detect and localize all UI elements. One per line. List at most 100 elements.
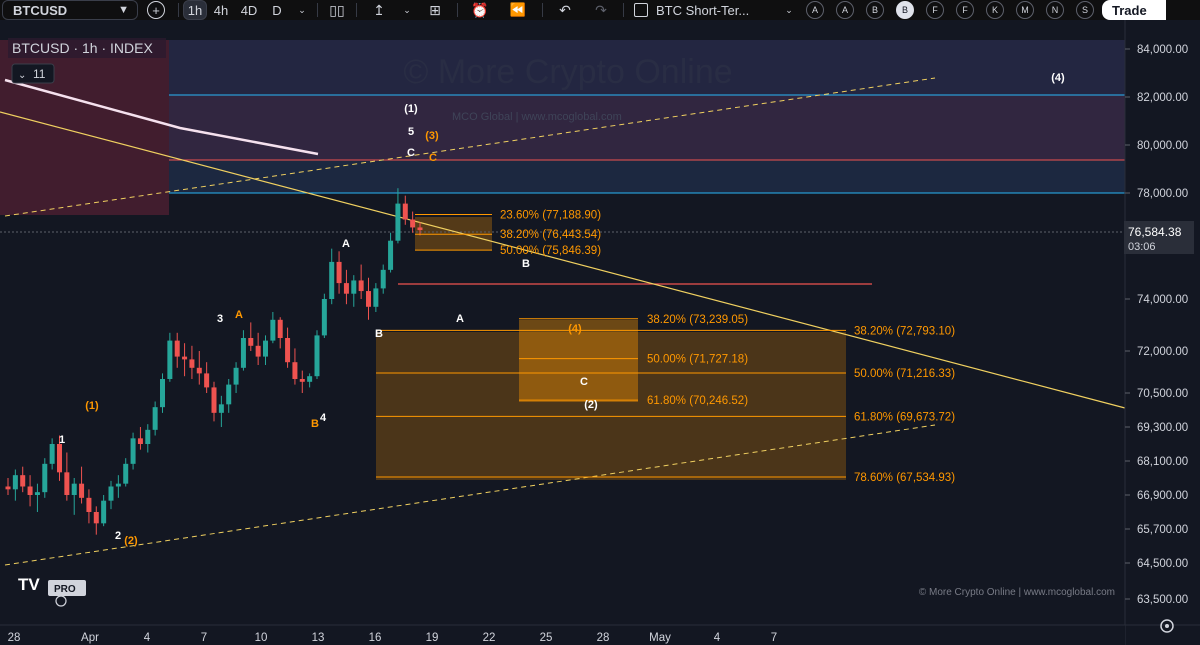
candle-body (86, 497, 92, 512)
time-tick-label: 19 (426, 632, 439, 644)
symbol-search-button[interactable]: BTCUSD ▼ (2, 0, 138, 20)
quick-button-label: M (1021, 5, 1029, 15)
time-tick-label: 7 (201, 632, 207, 644)
quick-button-b[interactable]: B (866, 1, 884, 19)
layout-grid-button[interactable]: ⊞ (417, 0, 453, 20)
price-tick-label: 70,500.00 (1137, 388, 1188, 400)
undo-button[interactable]: ↶ (547, 0, 583, 20)
quick-button-n[interactable]: N (1046, 1, 1064, 19)
candle-body (358, 280, 364, 292)
layout-square-icon (634, 3, 648, 17)
candle-body (57, 444, 62, 473)
tv-logo-icon: TV (18, 575, 40, 594)
wave-label: A (235, 309, 243, 321)
resistance-zone (169, 95, 1125, 160)
fib-level-label: 61.80% (69,673.72) (854, 411, 955, 423)
quick-button-b[interactable]: B (896, 1, 914, 19)
toolbar-divider (178, 3, 179, 17)
chart-type-button[interactable]: ▯▯ (322, 0, 352, 20)
wave-label: B (375, 328, 383, 340)
quick-button-label: B (871, 5, 878, 15)
interval-4d-label: 4D (240, 2, 258, 18)
quick-button-s[interactable]: S (1076, 1, 1094, 19)
wave-label: 1 (59, 434, 65, 446)
redo-button[interactable]: ↷ (583, 0, 619, 20)
quick-button-k[interactable]: K (986, 1, 1004, 19)
quick-button-m[interactable]: M (1016, 1, 1034, 19)
price-tick-label: 63,500.00 (1137, 594, 1188, 606)
wave-label: A (342, 238, 350, 250)
candle-body (263, 340, 268, 357)
candle-body (42, 463, 48, 493)
candle-body (270, 319, 276, 341)
quick-button-label: K (991, 5, 998, 15)
chevron-down-icon: ⌄ (18, 70, 26, 81)
candle-body (380, 269, 386, 289)
candle-body (329, 261, 335, 299)
candle-body (314, 335, 320, 377)
price-tick-label: 74,000.00 (1137, 294, 1188, 306)
toolbar-divider (356, 3, 357, 17)
interval-d-button[interactable]: D (263, 0, 291, 20)
wave-label: (1) (404, 103, 418, 115)
price-tick-label: 84,000.00 (1137, 44, 1188, 56)
layout-name-button[interactable]: BTC Short-Ter... (628, 0, 778, 20)
compare-symbol-button[interactable]: + (138, 0, 174, 20)
wave-label: (2) (124, 535, 138, 547)
candle-body (145, 429, 151, 444)
wave-label: C (580, 376, 588, 388)
quick-button-a[interactable]: A (836, 1, 854, 19)
quick-button-label: A (811, 5, 818, 15)
price-chart[interactable]: © More Crypto Online MCO Global | www.mc… (0, 20, 1200, 645)
time-axis-background (0, 625, 1125, 645)
fib-box-small (415, 217, 492, 250)
quick-button-label: F (932, 5, 938, 15)
alert-button[interactable]: ⏰ (462, 0, 498, 20)
layout-menu-button[interactable]: ⌄ (778, 0, 800, 20)
candle-body (93, 512, 99, 524)
interval-4d-button[interactable]: 4D (235, 0, 263, 20)
candle-body (182, 356, 188, 360)
candle-body (226, 384, 232, 405)
fib-level-label: 50.00% (75,846.39) (500, 245, 601, 257)
candle-body (167, 340, 173, 379)
quick-button-f[interactable]: F (926, 1, 944, 19)
candle-body (417, 227, 423, 231)
fib-level-label: 50.00% (71,216.33) (854, 368, 955, 380)
candle-body (174, 340, 180, 357)
time-tick-label: 16 (369, 632, 382, 644)
interval-menu-button[interactable]: ⌄ (291, 0, 313, 20)
price-box: 76,584.38 03:06 (1124, 221, 1194, 254)
candle-body (101, 500, 107, 524)
wave-label: C (429, 152, 437, 164)
candle-body (255, 345, 261, 357)
quick-button-label: B (901, 5, 908, 15)
candle-body (402, 203, 408, 220)
candle-body (196, 367, 202, 374)
replay-button[interactable]: ⏪ (498, 0, 538, 20)
current-price: 76,584.38 (1128, 225, 1182, 239)
top-toolbar: BTCUSD ▼ + 1h 4h 4D D ⌄ ▯▯ ↥ ⌄ ⊞ ⏰ ⏪ ↶ ↷… (0, 0, 1200, 20)
chevron-down-icon: ⌄ (298, 4, 306, 15)
alarm-clock-icon: ⏰ (471, 1, 489, 18)
bar-countdown: 03:06 (1128, 241, 1156, 253)
trade-button[interactable]: Trade (1102, 0, 1166, 20)
candle-body (395, 203, 401, 241)
candle-body (366, 291, 371, 307)
interval-4h-button[interactable]: 4h (207, 0, 235, 20)
candles-icon: ▯▯ (329, 1, 345, 18)
fib-level-label: 50.00% (71,727.18) (647, 354, 748, 366)
quick-button-a[interactable]: A (806, 1, 824, 19)
wave-label: (1) (85, 400, 99, 412)
interval-1h-button[interactable]: 1h (183, 0, 207, 20)
pro-badge: PRO (54, 584, 76, 595)
indicators-button[interactable]: ↥ (361, 0, 397, 20)
indicators-menu-button[interactable]: ⌄ (397, 0, 417, 20)
candle-body (12, 475, 18, 490)
price-tick-label: 66,900.00 (1137, 490, 1188, 502)
time-tick-label: 10 (255, 632, 268, 644)
candle-body (34, 492, 40, 495)
quick-button-f[interactable]: F (956, 1, 974, 19)
candle-body (373, 288, 379, 307)
candle-body (248, 338, 254, 346)
